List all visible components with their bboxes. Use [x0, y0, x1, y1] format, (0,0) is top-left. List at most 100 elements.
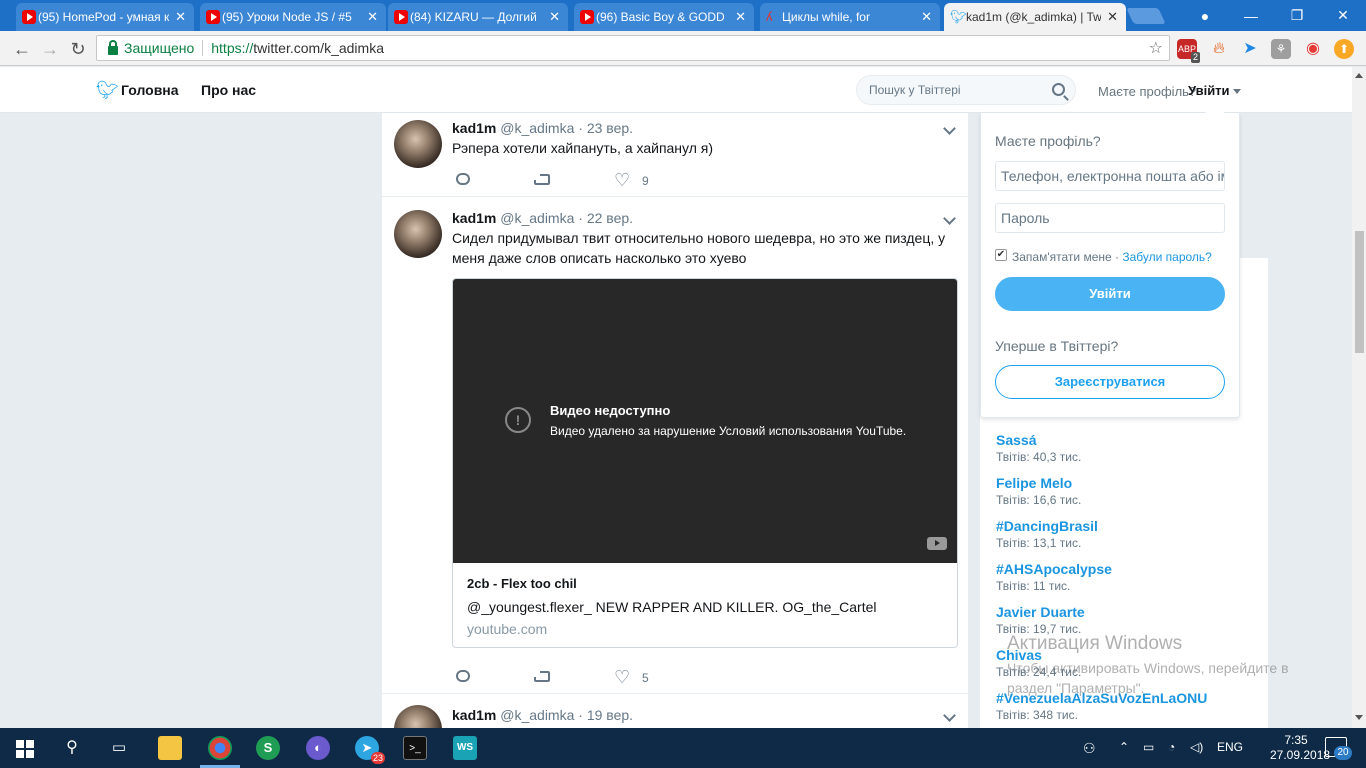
tweet-author-handle[interactable]: @k_adimka	[500, 210, 574, 226]
tweet-date[interactable]: · 19 вер.	[578, 707, 633, 723]
trend-name[interactable]: Javier Duarte	[996, 604, 1085, 620]
tweet-date[interactable]: · 22 вер.	[578, 210, 633, 226]
fire-extension-icon[interactable]: 🔥︎	[1209, 39, 1229, 59]
tweet-author-name[interactable]: kad1m	[452, 120, 496, 136]
action-center-icon[interactable]: 20	[1325, 737, 1352, 760]
reload-icon[interactable]: ↻	[66, 37, 90, 61]
video-player[interactable]: ! Видео недоступно Видео удалено за нару…	[453, 279, 957, 563]
scroll-down-arrow-icon[interactable]	[1355, 715, 1363, 720]
trend-name[interactable]: Felipe Melo	[996, 475, 1081, 491]
close-icon[interactable]: ✕	[1107, 9, 1118, 25]
chevron-up-icon[interactable]: ⌃	[1119, 740, 1129, 754]
remember-me-checkbox[interactable]: ✔	[995, 249, 1007, 261]
back-icon[interactable]: ←	[10, 37, 34, 61]
tweet-item[interactable]: kad1m @k_adimka · 19 вер.	[382, 694, 968, 728]
windows-start-icon[interactable]	[14, 736, 38, 760]
username-field[interactable]: Телефон, електронна пошта або ім	[995, 161, 1225, 191]
scrollbar-thumb[interactable]	[1355, 231, 1364, 353]
close-icon[interactable]: ✕	[175, 9, 186, 25]
trend-item[interactable]: #AHSApocalypse Твітів: 11 тис.	[996, 561, 1112, 593]
chevron-down-icon[interactable]	[943, 123, 955, 135]
bookmark-star-icon[interactable]: ☆	[1149, 38, 1163, 58]
avatar[interactable]	[394, 210, 442, 258]
heart-icon[interactable]: ♡	[614, 668, 630, 686]
forgot-password-link[interactable]: Забули пароль?	[1122, 250, 1212, 264]
browser-tab[interactable]: (84) KIZARU — Долгий ✕	[388, 3, 568, 31]
browser-tab[interactable]: ʎ Циклы while, for ✕	[760, 3, 940, 31]
nav-about-link[interactable]: Про нас	[201, 82, 256, 98]
chevron-down-icon[interactable]	[943, 710, 955, 722]
search-icon[interactable]	[1052, 83, 1065, 96]
record-extension-icon[interactable]: ◉	[1303, 39, 1323, 59]
browser-tab[interactable]: (96) Basic Boy & GODD ✕	[574, 3, 754, 31]
youtube-video-card[interactable]: ! Видео недоступно Видео удалено за нару…	[452, 278, 958, 648]
tweet-author-name[interactable]: kad1m	[452, 707, 496, 723]
search-input[interactable]: Пошук у Твіттері	[856, 75, 1076, 105]
tweet-date[interactable]: · 23 вер.	[578, 120, 633, 136]
password-field[interactable]: Пароль	[995, 203, 1225, 233]
close-icon[interactable]: ✕	[735, 9, 746, 25]
adblock-extension-icon[interactable]: ABP 2	[1177, 39, 1200, 63]
youtube-logo-icon[interactable]	[927, 537, 947, 550]
volume-icon[interactable]: ◁)	[1190, 740, 1203, 754]
task-view-icon[interactable]: ▭	[107, 736, 131, 760]
chevron-down-icon[interactable]	[943, 213, 955, 225]
trend-name[interactable]: Sassá	[996, 432, 1081, 448]
new-tab-button[interactable]	[1126, 8, 1166, 24]
extension-icon[interactable]: ⚘	[1271, 39, 1291, 59]
tweet-item[interactable]: kad1m @k_adimka · 22 вер. Сидел придумыв…	[382, 197, 968, 694]
battery-icon[interactable]: ▭	[1143, 740, 1154, 754]
tweet-author-name[interactable]: kad1m	[452, 210, 496, 226]
close-window-button[interactable]: ✕	[1320, 0, 1366, 31]
language-indicator[interactable]: ENG	[1217, 740, 1243, 754]
retweet-icon[interactable]	[532, 671, 550, 682]
browser-tab[interactable]: (95) Уроки Node JS / #5 ✕	[200, 3, 386, 31]
twitter-bird-icon[interactable]: 🐦︎	[96, 80, 119, 101]
people-icon[interactable]: ⚇	[1083, 740, 1096, 757]
chrome-icon[interactable]	[208, 736, 232, 760]
browser-tab-active[interactable]: 🐦︎ kad1m (@k_adimka) | Tw ✕	[944, 3, 1126, 31]
signup-button[interactable]: Зареєструватися	[995, 365, 1225, 399]
telegram-icon[interactable]: ➤ 23	[355, 736, 385, 764]
forward-icon[interactable]: →	[38, 37, 62, 61]
profile-icon[interactable]: ●	[1182, 0, 1228, 31]
trend-item[interactable]: Sassá Твітів: 40,3 тис.	[996, 432, 1081, 464]
notification-extension-icon[interactable]: ⬆	[1334, 39, 1354, 59]
tweet-author-handle[interactable]: @k_adimka	[500, 707, 574, 723]
close-icon[interactable]: ✕	[921, 9, 932, 25]
trend-item[interactable]: Felipe Melo Твітів: 16,6 тис.	[996, 475, 1081, 507]
reply-icon[interactable]	[456, 670, 470, 682]
wifi-icon[interactable]: ◔	[1168, 740, 1175, 754]
reply-icon[interactable]	[456, 173, 470, 185]
scroll-up-arrow-icon[interactable]	[1355, 73, 1363, 78]
trend-name[interactable]: #DancingBrasil	[996, 518, 1098, 534]
heart-icon[interactable]: ♡	[614, 171, 630, 189]
nav-home-link[interactable]: Головна	[121, 82, 179, 98]
file-explorer-icon[interactable]	[158, 736, 182, 760]
minimize-button[interactable]: —	[1228, 0, 1274, 31]
remember-me-label[interactable]: Запам'ятати мене	[1012, 250, 1112, 264]
header-login-dropdown[interactable]: Увійти	[1188, 83, 1241, 98]
address-bar[interactable]: Защищено https://twitter.com/k_adimka ☆	[96, 35, 1170, 61]
terminal-icon[interactable]: >_	[403, 736, 427, 760]
trend-item[interactable]: Javier Duarte Твітів: 19,7 тис.	[996, 604, 1085, 636]
skype-icon[interactable]: S	[256, 736, 280, 760]
app-icon[interactable]: ◐	[306, 736, 330, 760]
system-clock[interactable]: 7:35 27.09.2018	[1270, 733, 1330, 763]
trend-name[interactable]: #AHSApocalypse	[996, 561, 1112, 577]
browser-tab[interactable]: (95) HomePod - умная к ✕	[16, 3, 194, 31]
tweet-author-handle[interactable]: @k_adimka	[500, 120, 574, 136]
close-icon[interactable]: ✕	[549, 9, 560, 25]
retweet-icon[interactable]	[532, 174, 550, 185]
page-scrollbar[interactable]	[1352, 67, 1366, 728]
tweet-item[interactable]: kad1m @k_adimka · 23 вер. Рэпера хотели …	[382, 113, 968, 197]
login-button[interactable]: Увійти	[995, 277, 1225, 311]
webstorm-icon[interactable]: WS	[453, 736, 477, 760]
close-icon[interactable]: ✕	[367, 9, 378, 25]
avatar[interactable]	[394, 705, 442, 728]
maximize-button[interactable]: ❐	[1274, 0, 1320, 31]
trend-item[interactable]: #DancingBrasil Твітів: 13,1 тис.	[996, 518, 1098, 550]
avatar[interactable]	[394, 120, 442, 168]
send-extension-icon[interactable]: ➤	[1240, 39, 1260, 59]
search-icon[interactable]: ⚲	[60, 736, 84, 760]
